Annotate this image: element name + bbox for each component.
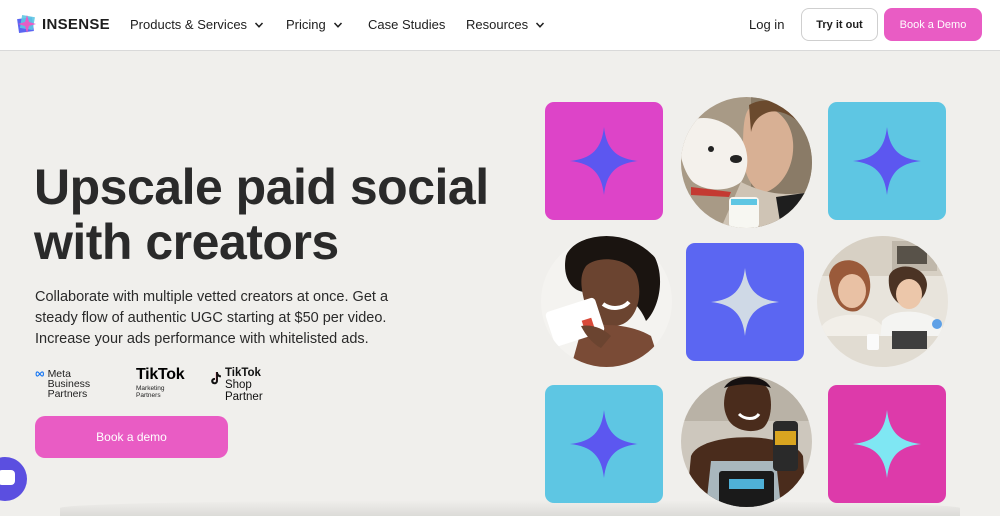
nav-pricing[interactable]: Pricing (286, 17, 343, 32)
sparkle-icon (570, 410, 638, 478)
chevron-down-icon (536, 21, 545, 28)
hero-headline: Upscale paid social with creators (34, 160, 514, 270)
brand-name: INSENSE (42, 15, 110, 33)
login-link[interactable]: Log in (749, 17, 784, 32)
nav-label: Case Studies (368, 17, 446, 32)
creator-photo-product (541, 236, 672, 367)
meta-infinity-icon (35, 371, 44, 377)
fitness-creator-image (681, 376, 812, 507)
shop-badge-bold: TikTok (224, 367, 261, 379)
tiktok-marketing-badge: TikTok Marketing Partners (136, 366, 185, 400)
book-demo-hero-button[interactable]: Book a demo (35, 416, 228, 458)
nav-label: Resources (466, 17, 529, 32)
sparkle-icon (853, 127, 921, 195)
sparkle-icon (853, 410, 921, 478)
creator-with-dog-image (681, 97, 812, 228)
insense-logo-icon (17, 15, 36, 34)
tiktok-shop-badge: TikTok Shop Partner (210, 367, 269, 403)
sparkle-tile-magenta (545, 102, 663, 220)
chevron-down-icon (254, 21, 264, 28)
chat-widget-button[interactable] (0, 457, 27, 501)
creator-photo-dog (681, 97, 812, 228)
creator-holding-product-image (541, 236, 672, 367)
tiktok-note-icon (211, 372, 221, 385)
kids-in-kitchen-image (817, 236, 948, 367)
sparkle-icon (711, 268, 779, 336)
creator-photo-kitchen (817, 236, 948, 367)
tiktok-wordmark: TikTok (136, 366, 185, 383)
sparkle-icon (570, 127, 638, 195)
chat-icon (0, 470, 15, 485)
sparkle-tile-magenta-2 (828, 385, 946, 503)
sparkle-tile-cyan-2 (545, 385, 663, 503)
nav-case-studies[interactable]: Case Studies (368, 17, 445, 32)
sparkle-tile-cyan (828, 102, 946, 220)
meta-badge-line2: Partners (47, 388, 88, 400)
nav-label: Products & Services (130, 17, 248, 32)
nav-resources[interactable]: Resources (466, 17, 545, 32)
creator-photo-fitness (681, 376, 812, 507)
hero-subtext: Collaborate with multiple vetted creator… (35, 289, 389, 347)
chevron-down-icon (333, 21, 342, 28)
headline-line-1: Upscale paid social (34, 159, 489, 215)
meta-badge-line1: Meta Business (47, 368, 91, 390)
try-it-out-button[interactable]: Try it out (801, 8, 878, 41)
meta-partner-badge: Meta Business Partners (35, 369, 95, 399)
tiktok-badge-sub: Marketing Partners (136, 385, 165, 399)
sparkle-tile-violet (686, 243, 804, 361)
top-navbar: INSENSE Products & Services Pricing Case… (0, 0, 1000, 51)
shop-badge-line2: Partner (224, 391, 263, 403)
shop-badge-rest: Shop (224, 379, 252, 391)
nav-products-services[interactable]: Products & Services (130, 17, 264, 32)
brand-logo[interactable]: INSENSE (16, 13, 110, 35)
section-divider-shadow (60, 500, 960, 516)
nav-label: Pricing (286, 17, 326, 32)
book-demo-nav-button[interactable]: Book a Demo (884, 8, 982, 41)
headline-line-2: with creators (34, 214, 339, 270)
